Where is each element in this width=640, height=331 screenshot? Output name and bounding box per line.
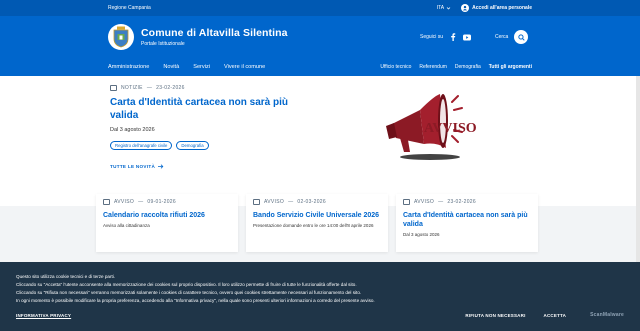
nav-item-all-topics[interactable]: Tutti gli argomenti [489,64,532,70]
card-title[interactable]: Bando Servizio Civile Universale 2026 [253,211,381,220]
meta-separator: — [138,199,144,205]
search-area: Cerca [495,16,529,58]
main-navigation: Amministrazione Novità Servizi Vivere il… [0,58,640,76]
card-meta: AVVISO — 09-01-2026 [103,199,231,205]
site-subtitle: Portale Istituzionale [141,41,185,47]
hero-category: NOTIZIE [121,85,143,91]
nav-item-amministrazione[interactable]: Amministrazione [108,64,149,70]
card-description: Dal 3 agosto 2026 [403,232,440,237]
nav-item-vivere-il-comune[interactable]: Vivere il comune [224,64,265,70]
login-label: Accedi all'area personale [472,5,532,11]
search-button[interactable] [514,30,529,44]
all-news-label: TUTTE LE NOVITÀ [110,164,156,169]
cookie-text-line: Questo sito utilizza cookie tecnici e di… [16,274,116,279]
nav-item-novita[interactable]: Novità [163,64,179,70]
hero-news: NOTIZIE — 23-02-2026 Carta d'Identità ca… [0,76,640,206]
hero-meta: NOTIZIE — 23-02-2026 [110,85,300,91]
card-date: 23-02-2026 [447,199,476,205]
site-title[interactable]: Comune di Altavilla Silentina [141,27,288,39]
all-news-link[interactable]: TUTTE LE NOVITÀ [110,164,300,169]
municipality-logo[interactable] [108,24,134,50]
news-cards: AVVISO — 09-01-2026 Calendario raccolta … [96,194,540,252]
page-scrollbar[interactable] [636,76,640,262]
nav-item-demografia[interactable]: Demografia [455,64,481,70]
nav-item-referendum[interactable]: Referendum [419,64,447,70]
news-card[interactable]: AVVISO — 02-03-2026 Bando Servizio Civil… [246,194,388,252]
meta-separator: — [288,199,294,205]
youtube-icon[interactable] [463,33,472,41]
calendar-icon [253,199,260,205]
card-title[interactable]: Carta d'Identità cartacea non sarà più v… [403,211,531,229]
calendar-icon [403,199,410,205]
calendar-icon [110,85,117,91]
tag-registro-anagrafe[interactable]: Registro dell'anagrafe civile [110,141,173,150]
slim-header: Regione Campania ITA Accedi all'area per… [0,0,640,16]
card-meta: AVVISO — 02-03-2026 [253,199,381,205]
social-links: Seguici su [420,16,472,58]
hero-title[interactable]: Carta d'Identità cartacea non sarà più v… [110,97,300,122]
news-card[interactable]: AVVISO — 23-02-2026 Carta d'Identità car… [396,194,538,252]
hero-date: 23-02-2026 [156,85,185,91]
avviso-megaphone-image: AVVISO [386,94,477,160]
card-title[interactable]: Calendario raccolta rifiuti 2026 [103,211,231,220]
arrow-right-icon [158,164,164,169]
avviso-image-text: AVVISO [424,121,477,136]
news-card[interactable]: AVVISO — 09-01-2026 Calendario raccolta … [96,194,238,252]
card-category: AVVISO [414,199,435,205]
hero-subtitle: Dal 3 agosto 2026 [110,127,155,133]
card-meta: AVVISO — 23-02-2026 [403,199,531,205]
meta-separator: — [438,199,444,205]
privacy-policy-link[interactable]: INFORMATIVA PRIVACY [16,313,71,318]
nav-item-servizi[interactable]: Servizi [193,64,210,70]
card-category: AVVISO [264,199,285,205]
cookie-banner: Questo sito utilizza cookie tecnici e di… [0,262,640,331]
user-icon [461,4,470,12]
language-label: ITA [436,5,445,11]
card-date: 02-03-2026 [297,199,326,205]
cookie-text-line: Cliccando su "Accetta" l'utente acconsen… [16,282,357,287]
login-button[interactable]: Accedi all'area personale [461,4,532,12]
hero-tags: Registro dell'anagrafe civile Demografia [110,141,300,150]
accept-cookies-button[interactable]: ACCETTA [544,313,567,318]
cookie-text-line: Cliccando su "Rifiuta non necessari" ver… [16,290,362,295]
header-center: Comune di Altavilla Silentina Portale Is… [0,16,640,58]
language-selector[interactable]: ITA [437,5,451,11]
scanmalware-logo: ScanMalware [590,312,624,318]
card-description: Presentazione domande entro le ore 14:00… [253,223,374,228]
calendar-icon [103,199,110,205]
reject-cookies-button[interactable]: RIFIUTA NON NECESSARI [465,313,525,318]
social-label: Seguici su [420,34,444,40]
facebook-icon[interactable] [449,33,457,41]
card-description: Avviso alla cittadinanza [103,223,150,228]
meta-separator: — [146,85,153,91]
chevron-down-icon [446,6,451,10]
region-link[interactable]: Regione Campania [108,5,151,11]
search-label: Cerca [495,34,509,40]
search-icon [518,33,525,41]
card-category: AVVISO [114,199,135,205]
cookie-text-line: In ogni momento è possibile modificare l… [16,298,375,303]
card-date: 09-01-2026 [147,199,176,205]
nav-item-ufficio-tecnico[interactable]: Ufficio tecnico [380,64,411,70]
tag-demografia[interactable]: Demografia [176,141,209,150]
